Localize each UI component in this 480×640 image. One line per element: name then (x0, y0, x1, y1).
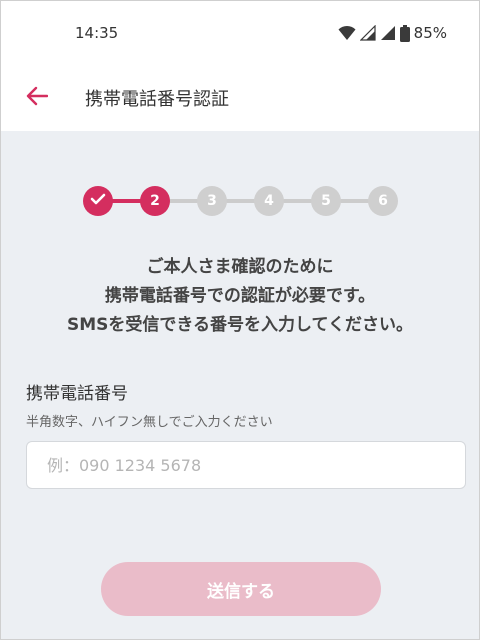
main-content: 2 3 4 5 6 ご本人さま確認のために 携帯電話番号での認証が必要です。 S… (1, 131, 479, 639)
progress-stepper: 2 3 4 5 6 (83, 184, 401, 218)
message-line-3: SMSを受信できる番号を入力してください。 (66, 315, 414, 335)
phone-number-input[interactable] (26, 441, 466, 489)
step-6: 6 (368, 186, 398, 216)
battery-icon (399, 24, 410, 42)
instruction-message: ご本人さま確認のために 携帯電話番号での認証が必要です。 SMSを受信できる番号… (1, 253, 479, 340)
app-bar: 携帯電話番号認証 (1, 65, 479, 131)
step-1-complete (83, 186, 113, 216)
status-time: 14:35 (75, 24, 119, 42)
back-button[interactable] (17, 78, 57, 118)
message-line-1: ご本人さま確認のために (146, 257, 334, 277)
page-title: 携帯電話番号認証 (85, 89, 229, 110)
phone-field-label: 携帯電話番号 (26, 384, 128, 404)
message-line-2: 携帯電話番号での認証が必要です。 (104, 286, 376, 306)
arrow-left-icon (26, 86, 49, 110)
step-4: 4 (254, 186, 284, 216)
wifi-icon (338, 25, 356, 41)
submit-button[interactable]: 送信する (101, 562, 381, 616)
step-connector-4 (282, 199, 314, 203)
check-icon (90, 193, 106, 209)
signal-icon (359, 25, 376, 41)
step-connector-3 (225, 199, 257, 203)
signal-icon (380, 25, 396, 41)
status-icons: 85% (338, 24, 447, 42)
battery-percent: 85% (413, 24, 447, 42)
screen: 14:35 85% 携帯電話番号認証 2 3 4 5 6 ご本人さま確認のために… (0, 0, 480, 640)
status-bar: 14:35 85% (1, 1, 479, 65)
step-connector-2 (168, 199, 200, 203)
step-connector-1 (111, 199, 143, 203)
step-connector-5 (339, 199, 371, 203)
step-3: 3 (197, 186, 227, 216)
phone-field-hint: 半角数字、ハイフン無しでご入力ください (26, 415, 273, 430)
step-5: 5 (311, 186, 341, 216)
step-2-current: 2 (140, 186, 170, 216)
